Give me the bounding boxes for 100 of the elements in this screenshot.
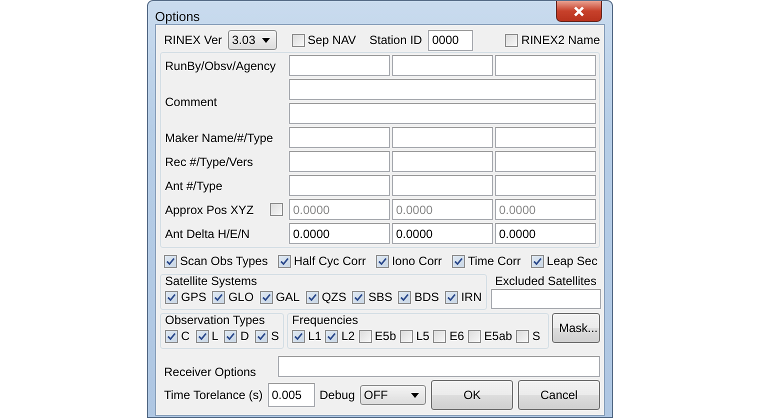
checkbox[interactable] <box>306 290 319 304</box>
satellite-checkbox[interactable]: GLO <box>212 290 254 304</box>
option-checkbox[interactable]: Scan Obs Types <box>164 254 268 268</box>
checkbox[interactable] <box>400 330 414 342</box>
excluded-satellites-field[interactable] <box>490 289 601 309</box>
rinex2-name-checkbox[interactable]: RINEX2 Name <box>505 33 600 47</box>
checkbox[interactable] <box>196 330 209 342</box>
satellite-checkbox[interactable]: GAL <box>260 290 300 304</box>
text-field[interactable] <box>289 151 390 172</box>
frequency-checkbox[interactable]: E5ab <box>468 329 512 343</box>
text-field[interactable] <box>495 55 596 76</box>
checkbox-label: Iono Corr <box>392 254 442 268</box>
checkbox[interactable] <box>468 330 482 342</box>
text-field[interactable]: 0.0000 <box>495 223 596 244</box>
field-label: Station ID <box>369 33 422 47</box>
checkbox[interactable] <box>292 34 305 46</box>
checkbox[interactable] <box>452 254 465 268</box>
dialog-button[interactable]: OK <box>431 380 514 410</box>
text-field[interactable] <box>392 127 493 148</box>
field-label: Receiver Options <box>164 365 258 379</box>
field-label: Rec #/Type/Vers <box>165 154 254 168</box>
checkbox[interactable] <box>165 330 178 342</box>
text-field[interactable] <box>289 127 390 148</box>
time-tolerance-field[interactable]: 0.005 <box>268 383 315 407</box>
text-field[interactable] <box>289 55 390 76</box>
field-label: RINEX Ver <box>164 33 222 47</box>
satellite-checkbox[interactable]: IRN <box>445 290 482 304</box>
comment-field[interactable] <box>289 103 596 124</box>
check-icon <box>294 332 304 340</box>
checkbox[interactable] <box>292 330 306 342</box>
checkbox[interactable] <box>530 254 544 268</box>
checkbox[interactable] <box>255 330 268 342</box>
text-field[interactable] <box>392 151 493 172</box>
debug-dropdown[interactable]: OFF <box>360 385 426 405</box>
checkbox-label: E6 <box>449 329 464 343</box>
frequency-checkbox[interactable]: E5b <box>358 329 396 343</box>
check-icon <box>327 332 336 340</box>
frequency-checkbox[interactable]: S <box>516 329 540 343</box>
text-field[interactable] <box>392 175 493 196</box>
field-label: Comment <box>164 94 218 108</box>
satellite-checkbox[interactable]: GPS <box>165 290 206 304</box>
option-checkbox[interactable]: Leap Sec <box>530 254 598 268</box>
checkbox[interactable] <box>212 290 226 304</box>
frequency-checkbox[interactable]: E6 <box>433 329 464 343</box>
checkbox-label: Sep NAV <box>308 33 356 47</box>
option-checkbox[interactable]: Time Corr <box>452 254 521 268</box>
checkbox-label: GAL <box>276 290 300 304</box>
check-icon <box>226 332 236 340</box>
checkbox[interactable] <box>505 34 518 46</box>
sep-nav-checkbox[interactable]: Sep NAV <box>292 33 356 47</box>
checkbox[interactable] <box>260 290 273 304</box>
mask-button[interactable]: Mask... <box>552 313 600 343</box>
checkbox-label: E5ab <box>484 329 512 343</box>
observation-type-checkbox[interactable]: L <box>196 329 218 343</box>
text-field[interactable] <box>495 151 596 172</box>
observation-type-checkbox[interactable]: C <box>165 329 190 343</box>
satellite-checkbox[interactable]: QZS <box>306 290 346 304</box>
checkbox[interactable] <box>224 330 238 342</box>
dialog-button[interactable]: Cancel <box>518 380 600 410</box>
close-button[interactable] <box>556 1 602 22</box>
text-field[interactable] <box>495 175 596 196</box>
text-field[interactable] <box>495 127 596 148</box>
station-id-field[interactable]: 0000 <box>428 30 474 50</box>
checkbox[interactable] <box>352 290 366 304</box>
observation-type-checkbox[interactable]: D <box>224 329 250 343</box>
text-field[interactable]: 0.0000 <box>289 223 390 244</box>
satellite-checkbox[interactable]: BDS <box>398 290 440 304</box>
checkbox[interactable] <box>164 254 177 268</box>
observation-type-checkbox[interactable]: S <box>255 329 280 343</box>
version-dropdown[interactable]: 3.03 <box>228 30 277 50</box>
check-icon <box>262 292 271 302</box>
check-icon <box>354 292 364 302</box>
checkbox[interactable] <box>278 254 291 268</box>
checkbox[interactable] <box>433 330 446 342</box>
satellite-checkbox[interactable]: SBS <box>352 290 392 304</box>
checkbox-label: L <box>212 329 218 343</box>
text-field[interactable]: 0.0000 <box>392 223 493 244</box>
option-checkbox[interactable]: Half Cyc Corr <box>278 254 366 268</box>
checkbox-label: C <box>181 329 190 343</box>
text-field[interactable] <box>289 175 390 196</box>
checkbox[interactable] <box>376 254 389 268</box>
frequency-checkbox[interactable]: L5 <box>400 329 430 343</box>
checkbox-label: QZS <box>322 290 346 304</box>
comment-field[interactable] <box>289 79 596 100</box>
check-icon <box>214 292 224 302</box>
checkbox-label: RINEX2 Name <box>521 33 600 47</box>
checkbox[interactable] <box>325 330 338 342</box>
option-checkbox[interactable]: Iono Corr <box>376 254 442 268</box>
receiver-options-field[interactable] <box>278 356 600 376</box>
checkbox[interactable] <box>516 330 530 342</box>
checkbox[interactable] <box>358 330 372 342</box>
check-icon <box>167 292 176 302</box>
checkbox-label: BDS <box>414 290 440 304</box>
frequency-checkbox[interactable]: L1 <box>292 329 322 343</box>
checkbox[interactable] <box>445 290 458 304</box>
frequency-checkbox[interactable]: L2 <box>325 329 355 343</box>
checkbox[interactable] <box>165 290 178 304</box>
checkbox[interactable] <box>398 290 412 304</box>
field-label: Time Torelance (s) <box>164 388 263 402</box>
text-field[interactable] <box>392 55 493 76</box>
